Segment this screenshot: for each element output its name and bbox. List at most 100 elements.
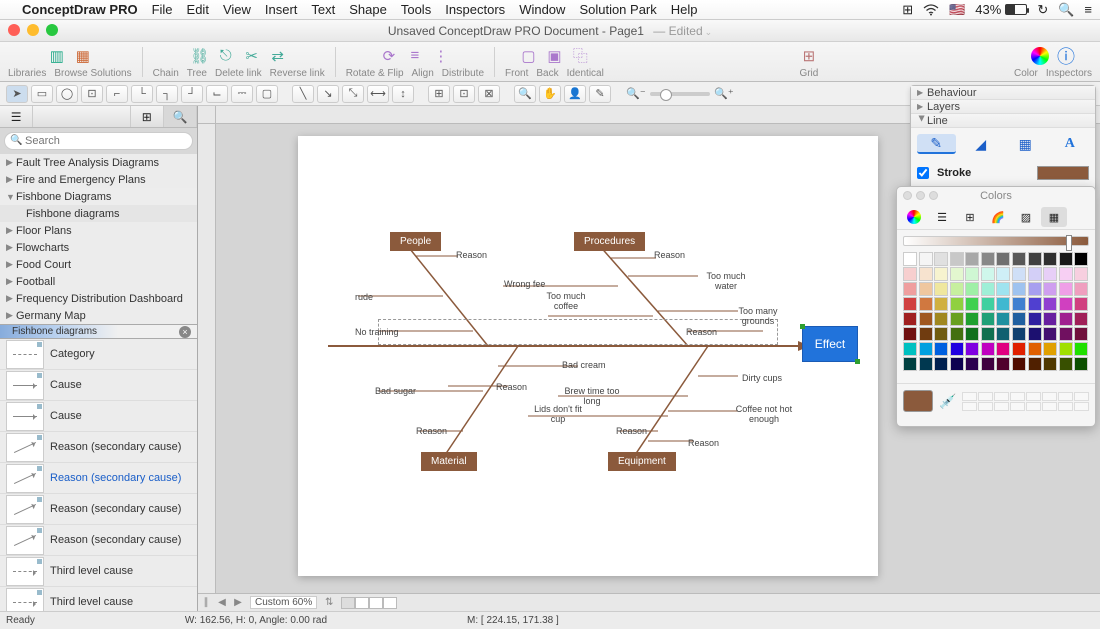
color-swatch[interactable] <box>1043 252 1057 266</box>
identical-icon[interactable]: ⿻ <box>571 47 589 65</box>
wifi-icon[interactable] <box>923 4 939 16</box>
shape-item[interactable]: Third level cause <box>0 556 197 587</box>
back-icon[interactable]: ▣ <box>545 47 563 65</box>
color-swatch[interactable] <box>1043 357 1057 371</box>
color-swatch[interactable] <box>903 282 917 296</box>
minimize-window[interactable] <box>27 24 39 36</box>
connector-tool-1[interactable]: ⌐ <box>106 85 128 103</box>
menu-shape[interactable]: Shape <box>349 2 387 17</box>
clock-icon[interactable]: ↻ <box>1037 2 1048 18</box>
tree-football[interactable]: ▶Football <box>0 273 197 290</box>
color-swatch[interactable] <box>1012 342 1026 356</box>
color-swatch[interactable] <box>965 327 979 341</box>
flag-icon[interactable]: 🇺🇸 <box>949 2 965 18</box>
color-swatch[interactable] <box>1012 297 1026 311</box>
close-tab-icon[interactable]: × <box>179 326 191 338</box>
shape-item[interactable]: Third level cause <box>0 587 197 611</box>
line-tool-3[interactable]: ⤡ <box>342 85 364 103</box>
cp-zoom[interactable] <box>929 191 938 200</box>
colortab-grid[interactable]: ▦ <box>1041 207 1067 227</box>
color-swatch[interactable] <box>1074 327 1088 341</box>
color-swatch[interactable] <box>981 282 995 296</box>
snap-tool-3[interactable]: ⊠ <box>478 85 500 103</box>
color-swatch[interactable] <box>965 282 979 296</box>
tree-freq[interactable]: ▶Frequency Distribution Dashboard <box>0 290 197 307</box>
category-equipment[interactable]: Equipment <box>608 452 676 471</box>
cp-min[interactable] <box>916 191 925 200</box>
color-swatch[interactable] <box>965 252 979 266</box>
line-tool-2[interactable]: ↘ <box>317 85 339 103</box>
box-tool[interactable]: ▢ <box>256 85 278 103</box>
zoom-window[interactable] <box>46 24 58 36</box>
stroke-checkbox[interactable] <box>917 167 929 179</box>
cp-close[interactable] <box>903 191 912 200</box>
page-nav-prev[interactable]: ◀ <box>214 597 230 608</box>
color-swatch[interactable] <box>934 342 948 356</box>
libraries-icon[interactable]: ▥ <box>48 47 66 65</box>
color-swatch[interactable] <box>919 282 933 296</box>
color-swatch[interactable] <box>1059 357 1073 371</box>
menu-text[interactable]: Text <box>311 2 335 17</box>
rotate-flip-icon[interactable]: ⟳ <box>380 47 398 65</box>
close-window[interactable] <box>8 24 20 36</box>
panel-tab-1[interactable]: ☰ <box>0 106 33 127</box>
color-swatch[interactable] <box>1012 252 1026 266</box>
color-swatch[interactable] <box>950 312 964 326</box>
battery-status[interactable]: 43% <box>975 2 1027 17</box>
color-swatch[interactable] <box>1059 267 1073 281</box>
color-swatch[interactable] <box>996 267 1010 281</box>
menu-file[interactable]: File <box>152 2 173 17</box>
color-swatch[interactable] <box>996 297 1010 311</box>
colortab-wheel[interactable] <box>901 207 927 227</box>
color-swatch[interactable] <box>934 267 948 281</box>
edit-tool[interactable]: ✎ <box>589 85 611 103</box>
zoom-stepper[interactable]: ⇅ <box>321 597 337 608</box>
color-swatch[interactable] <box>981 342 995 356</box>
color-swatch[interactable] <box>1059 342 1073 356</box>
style-tab-pen[interactable]: ✎ <box>917 134 956 154</box>
color-swatch[interactable] <box>934 312 948 326</box>
color-swatch[interactable] <box>1028 342 1042 356</box>
tree-fire[interactable]: ▶Fire and Emergency Plans <box>0 171 197 188</box>
style-tab-fill[interactable]: ▦ <box>1006 134 1045 154</box>
eyedropper-icon[interactable]: 💉 <box>939 393 956 410</box>
zoom-slider[interactable] <box>650 92 710 96</box>
shape-item[interactable]: Cause <box>0 401 197 432</box>
snap-tool-2[interactable]: ⊡ <box>453 85 475 103</box>
color-swatch[interactable] <box>903 327 917 341</box>
color-swatch[interactable] <box>919 327 933 341</box>
grid-icon[interactable]: ⊞ <box>800 47 818 65</box>
menu-edit[interactable]: Edit <box>187 2 209 17</box>
color-swatch[interactable] <box>950 282 964 296</box>
color-swatch[interactable] <box>934 327 948 341</box>
tree-icon[interactable]: ⎋ <box>217 47 235 65</box>
color-swatch[interactable] <box>950 342 964 356</box>
color-swatch[interactable] <box>1074 297 1088 311</box>
style-tab-shadow[interactable]: ◢ <box>962 134 1001 154</box>
connector-tool-6[interactable]: ⎓ <box>231 85 253 103</box>
tree-flowcharts[interactable]: ▶Flowcharts <box>0 239 197 256</box>
zoom-in-tool[interactable]: 🔍 <box>514 85 536 103</box>
color-swatch[interactable] <box>1012 267 1026 281</box>
color-swatch[interactable] <box>965 297 979 311</box>
connector-tool-5[interactable]: ⌙ <box>206 85 228 103</box>
menu-window[interactable]: Window <box>519 2 565 17</box>
color-swatch[interactable] <box>934 357 948 371</box>
category-procedures[interactable]: Procedures <box>574 232 645 251</box>
color-swatch[interactable] <box>1059 282 1073 296</box>
color-swatch[interactable] <box>919 342 933 356</box>
align-icon[interactable]: ≡ <box>406 47 424 65</box>
hand-tool[interactable]: ✋ <box>539 85 561 103</box>
connector-tool-3[interactable]: ┐ <box>156 85 178 103</box>
shape-item[interactable]: Cause <box>0 370 197 401</box>
color-swatch[interactable] <box>996 252 1010 266</box>
page-tabs[interactable] <box>341 597 397 609</box>
ellipse-tool[interactable]: ◯ <box>56 85 78 103</box>
front-icon[interactable]: ▢ <box>519 47 537 65</box>
current-color-swatch[interactable] <box>903 390 933 412</box>
chain-icon[interactable]: ⛓ <box>191 47 209 65</box>
color-swatch[interactable] <box>965 357 979 371</box>
color-swatch[interactable] <box>996 357 1010 371</box>
color-swatch[interactable] <box>1043 297 1057 311</box>
colortab-spectrum[interactable]: 🌈 <box>985 207 1011 227</box>
